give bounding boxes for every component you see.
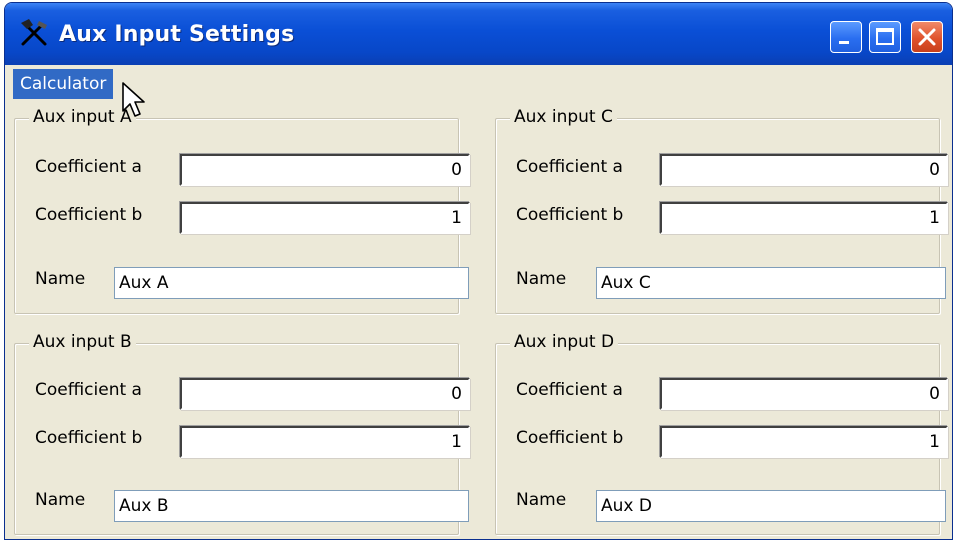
coefficient-a-field[interactable]: 0 [180,154,470,186]
coefficient-b-label: Coefficient b [35,205,143,225]
coefficient-a-label: Coefficient a [516,380,623,400]
aux-input-settings-window: Aux Input Settings Calculator Aux input … [4,2,953,540]
maximize-button[interactable] [869,21,901,53]
coefficient-a-label: Coefficient a [35,157,142,177]
group-aux-input-c: Aux input C Coefficient a 0 Coefficient … [495,107,948,314]
coefficient-b-label: Coefficient b [516,428,624,448]
name-label: Name [516,269,567,289]
window-title: Aux Input Settings [59,22,295,47]
minimize-button[interactable] [830,21,862,53]
title-bar[interactable]: Aux Input Settings [5,3,952,65]
group-legend: Aux input D [510,332,619,352]
coefficient-b-field[interactable]: 1 [180,426,470,458]
name-label: Name [35,490,86,510]
maximize-icon [876,28,894,45]
coefficient-b-field[interactable]: 1 [660,202,948,234]
coefficient-b-field[interactable]: 1 [180,202,470,234]
group-aux-input-b: Aux input B Coefficient a 0 Coefficient … [14,332,470,535]
tools-icon [21,19,47,46]
coefficient-b-field[interactable]: 1 [660,426,948,458]
name-field[interactable]: Aux D [596,490,946,522]
group-legend: Aux input A [29,107,136,127]
group-aux-input-d: Aux input D Coefficient a 0 Coefficient … [495,332,948,535]
coefficient-a-field[interactable]: 0 [660,154,948,186]
coefficient-b-label: Coefficient b [35,428,143,448]
group-legend: Aux input C [510,107,617,127]
coefficient-a-field[interactable]: 0 [180,378,470,410]
minimize-icon [839,41,849,44]
name-label: Name [35,269,86,289]
name-label: Name [516,490,567,510]
menu-calculator[interactable]: Calculator [13,69,114,99]
group-legend: Aux input B [29,332,136,352]
group-aux-input-a: Aux input A Coefficient a 0 Coefficient … [14,107,470,314]
coefficient-b-label: Coefficient b [516,205,624,225]
menu-bar: Calculator [5,65,952,103]
name-field[interactable]: Aux B [114,490,469,522]
close-icon [918,28,936,46]
name-field[interactable]: Aux A [114,267,469,299]
coefficient-a-field[interactable]: 0 [660,378,948,410]
coefficient-a-label: Coefficient a [516,157,623,177]
name-field[interactable]: Aux C [596,267,946,299]
close-button[interactable] [911,21,943,53]
mouse-pointer-icon [122,82,145,117]
coefficient-a-label: Coefficient a [35,380,142,400]
